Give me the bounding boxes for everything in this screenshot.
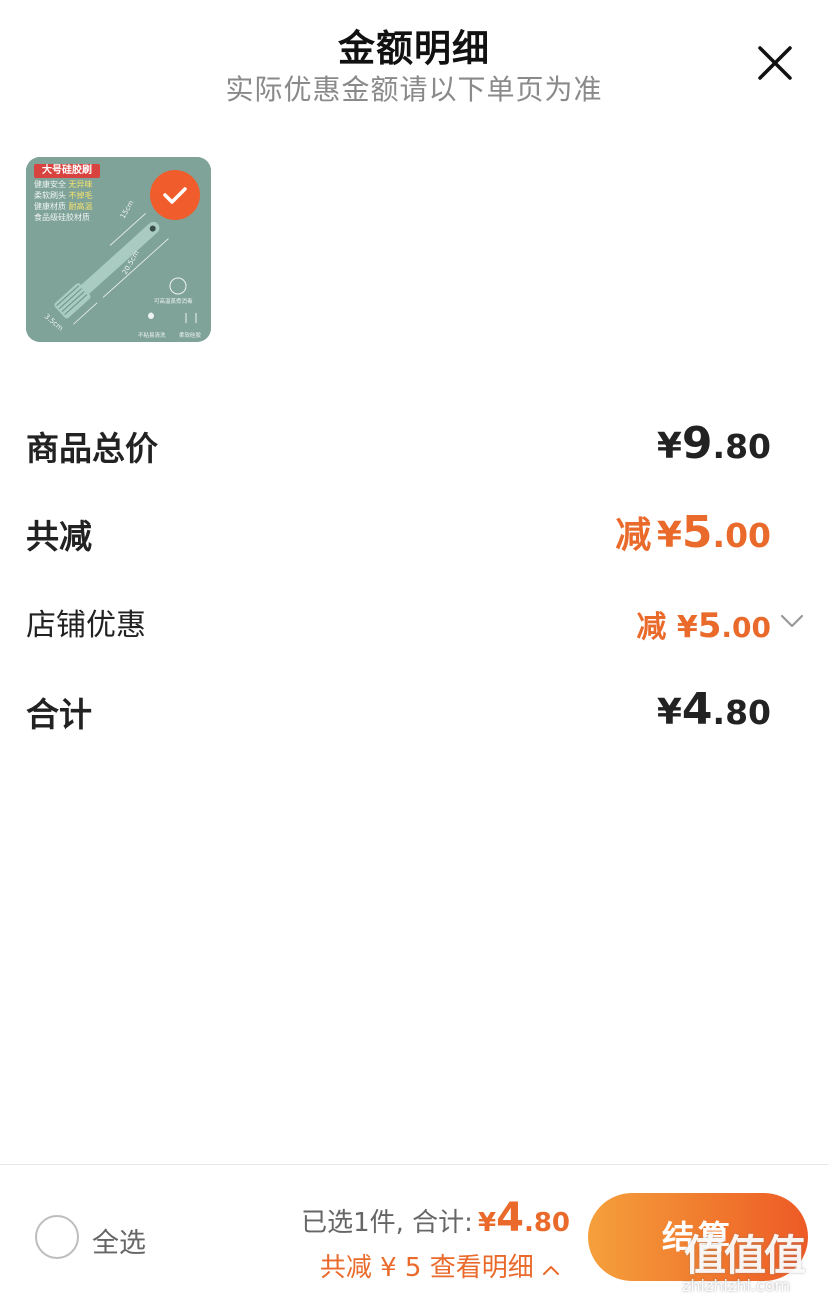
oil-note: 不粘易清洗: [138, 331, 166, 339]
total-discount-label: 共减: [26, 517, 92, 556]
header: 金额明细 实际优惠金额请以下单页为准: [0, 0, 828, 120]
goods-total-row: 商品总价 ¥9.80: [26, 418, 771, 480]
watermark: 值值值 zhizhizhi.com: [676, 1222, 826, 1302]
watermark-text: zhizhizhi.com: [682, 1276, 791, 1295]
product-thumbnail[interactable]: 15cm 20.5cm 3.5cm 可高温蒸煮消毒 不粘易清洗 柔软硅胶 大号硅…: [26, 157, 211, 342]
watermark-logo: 值值值: [684, 1231, 806, 1280]
view-details-link[interactable]: 共减 ¥ 5 查看明细: [320, 1247, 560, 1284]
feature-line: 健康安全 无异味: [34, 180, 93, 189]
chevron-down-icon[interactable]: [779, 612, 805, 630]
selection-summary: 已选1件, 合计: ¥4.80: [301, 1195, 570, 1241]
goods-total-label: 商品总价: [26, 429, 158, 468]
select-all-label[interactable]: 全选: [92, 1221, 146, 1260]
check-icon[interactable]: [150, 170, 200, 220]
chevron-up-icon: [543, 1266, 559, 1275]
total-discount-value: 减 ¥5.00: [615, 507, 771, 558]
soft-note: 柔软硅胶: [179, 331, 202, 339]
product-tag: 大号硅胶刷: [34, 164, 100, 178]
close-icon[interactable]: [755, 43, 795, 83]
feature-line: 食品级硅胶材质: [34, 213, 90, 222]
total-row: 合计 ¥4.80: [26, 684, 771, 746]
heat-note: 可高温蒸煮消毒: [154, 297, 193, 305]
store-discount-label: 店铺优惠: [26, 608, 146, 643]
store-discount-row[interactable]: 店铺优惠 减 ¥5.00: [26, 598, 804, 658]
feature-line: 柔软刷头 不掉毛: [34, 191, 93, 200]
goods-total-value: ¥9.80: [656, 418, 771, 469]
select-all-radio[interactable]: [35, 1215, 79, 1259]
page-title: 金额明细: [338, 27, 490, 70]
feature-line: 健康材质 耐高温: [34, 202, 93, 211]
total-label: 合计: [26, 695, 92, 734]
total-discount-row: 共减 减 ¥5.00: [26, 507, 771, 568]
total-value: ¥4.80: [656, 684, 771, 735]
store-discount-value: 减 ¥5.00: [636, 602, 804, 646]
page-subtitle: 实际优惠金额请以下单页为准: [225, 73, 603, 106]
product-feature-list: 健康安全 无异味 柔软刷头 不掉毛 健康材质 耐高温 食品级硅胶材质: [34, 179, 114, 223]
